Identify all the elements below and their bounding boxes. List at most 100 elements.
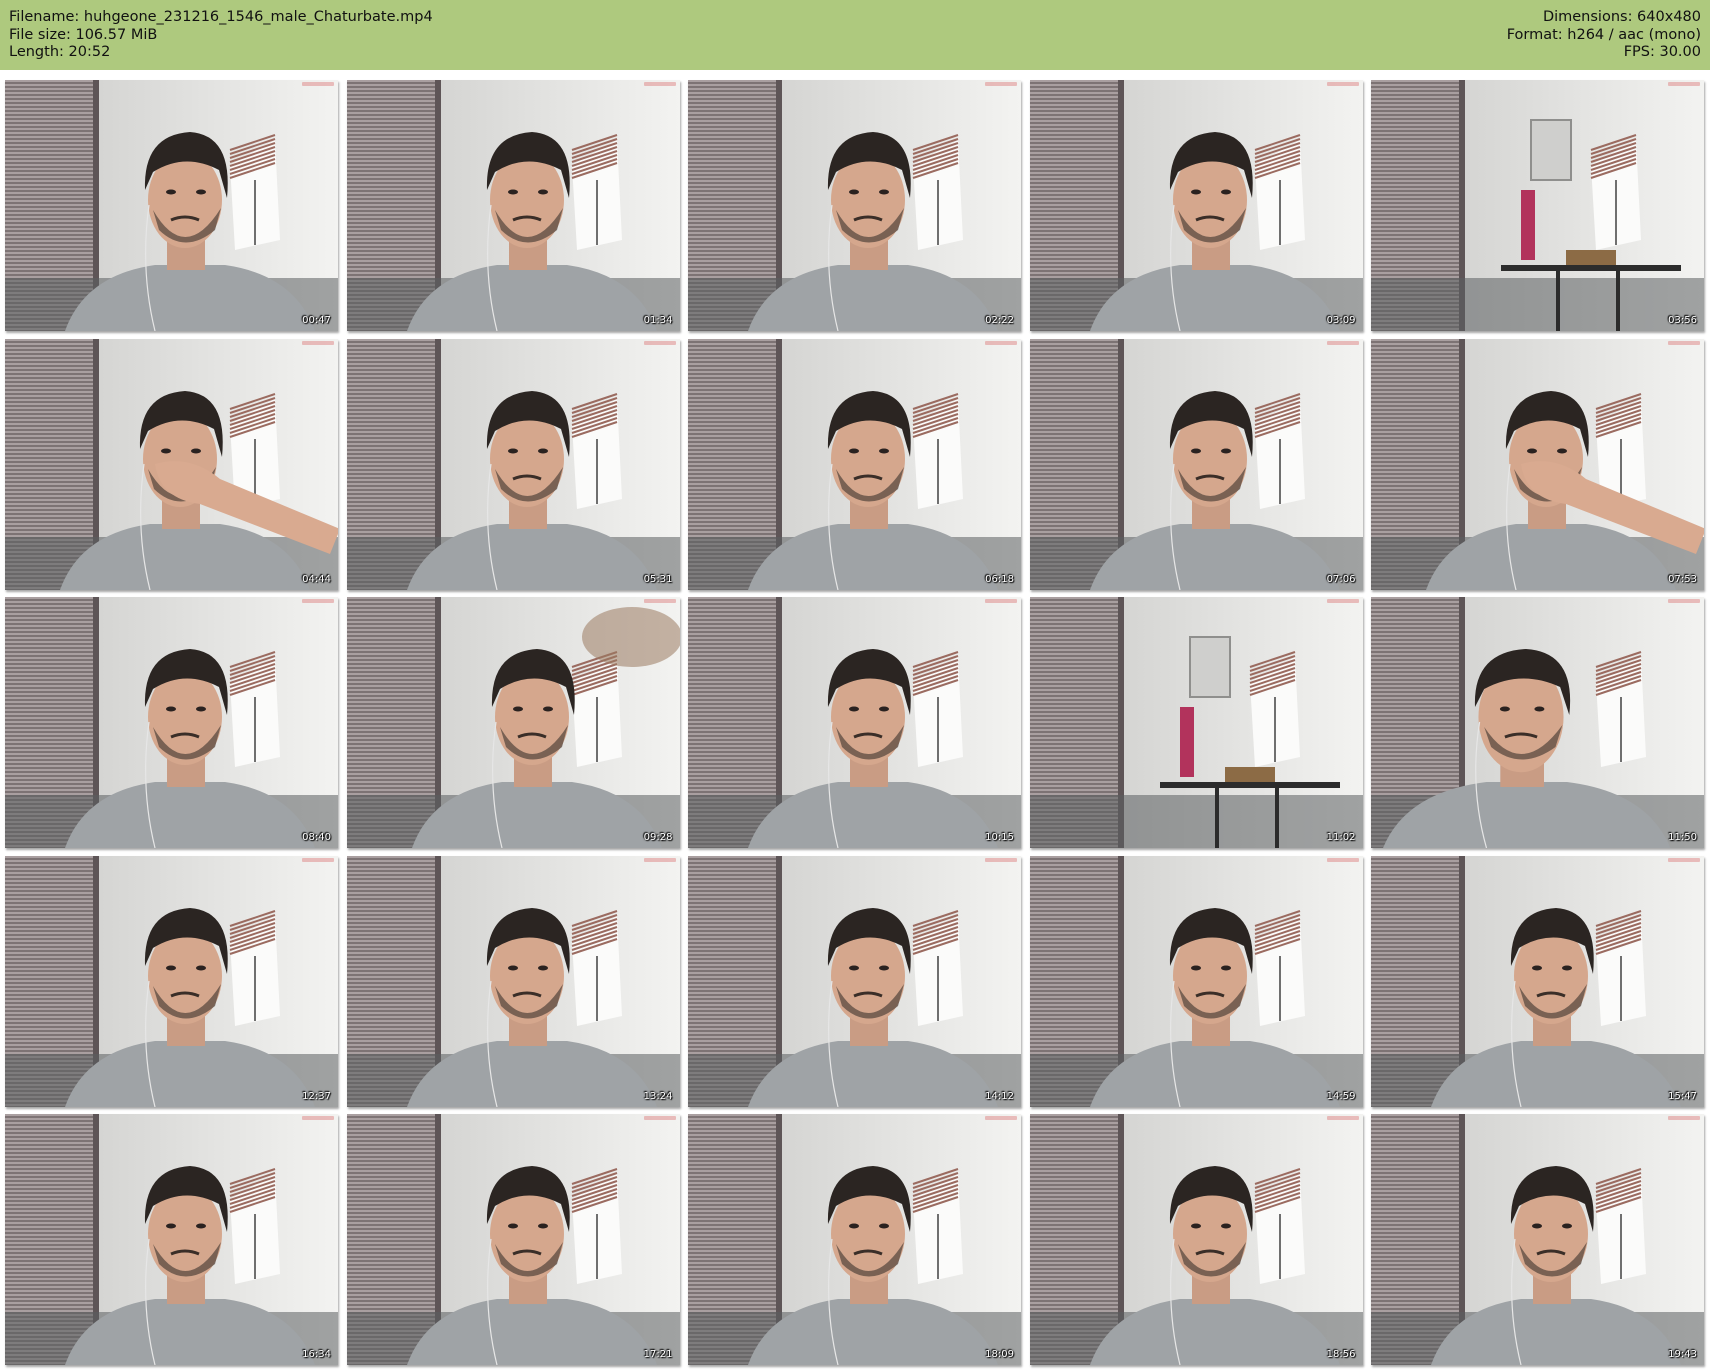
thumbnail-scene bbox=[346, 80, 680, 331]
watermark-logo bbox=[302, 82, 334, 86]
video-thumbnail: 03:56 bbox=[1371, 80, 1704, 331]
thumbnail-timestamp: 10:15 bbox=[985, 832, 1014, 843]
thumbnail-timestamp: 05:31 bbox=[643, 573, 673, 585]
thumbnail-scene bbox=[346, 1114, 680, 1365]
video-thumbnail: 03:09 bbox=[1029, 80, 1363, 331]
thumbnail-scene bbox=[1371, 1114, 1704, 1365]
thumbnail-timestamp: 00:47 bbox=[302, 315, 331, 326]
video-thumbnail: 04:44 bbox=[5, 338, 338, 590]
thumbnail-scene bbox=[5, 1114, 338, 1365]
watermark-logo bbox=[1668, 340, 1700, 345]
thumbnail-grid: 00:47 01:34 02:22 03:09 03:56 04:44 05:31 06:18… bbox=[5, 80, 1705, 1365]
filename-text: Filename: huhgeone_231216_1546_male_Chat… bbox=[9, 9, 433, 25]
watermark-logo bbox=[302, 599, 334, 603]
thumbnail-scene bbox=[1371, 80, 1704, 331]
thumbnail-scene bbox=[688, 597, 1021, 848]
watermark-logo bbox=[302, 1116, 334, 1120]
watermark-logo bbox=[643, 82, 676, 86]
video-thumbnail: 17:21 bbox=[346, 1114, 680, 1365]
thumbnail-scene bbox=[5, 338, 338, 590]
fps-text: FPS: 30.00 bbox=[1623, 44, 1701, 60]
file-info-right: Dimensions: 640x480 Format: h264 / aac (… bbox=[1507, 9, 1701, 62]
thumbnail-timestamp: 14:59 bbox=[1326, 1090, 1356, 1102]
filesize-text: File size: 106.57 MiB bbox=[9, 26, 158, 43]
thumbnail-scene bbox=[688, 855, 1021, 1107]
video-thumbnail: 09:28 bbox=[346, 597, 680, 848]
thumbnail-timestamp: 16:34 bbox=[302, 1349, 331, 1360]
thumbnail-timestamp: 02:22 bbox=[985, 315, 1014, 326]
watermark-logo bbox=[643, 340, 676, 345]
video-thumbnail: 01:34 bbox=[346, 80, 680, 331]
video-thumbnail: 10:15 bbox=[688, 597, 1021, 848]
thumbnail-timestamp: 18:56 bbox=[1326, 1349, 1356, 1360]
video-thumbnail: 12:37 bbox=[5, 855, 338, 1107]
thumbnail-scene bbox=[1371, 855, 1704, 1107]
video-thumbnail: 15:47 bbox=[1371, 855, 1704, 1107]
video-thumbnail: 16:34 bbox=[5, 1114, 338, 1365]
thumbnail-scene bbox=[688, 80, 1021, 331]
video-thumbnail: 14:12 bbox=[688, 855, 1021, 1107]
thumbnail-timestamp: 01:34 bbox=[643, 315, 673, 326]
video-thumbnail: 11:02 bbox=[1029, 597, 1363, 848]
video-thumbnail: 05:31 bbox=[346, 338, 680, 590]
video-thumbnail: 13:24 bbox=[346, 855, 680, 1107]
file-info-left: Filename: huhgeone_231216_1546_male_Chat… bbox=[9, 9, 433, 62]
watermark-logo bbox=[643, 599, 676, 603]
watermark-logo bbox=[1326, 82, 1359, 86]
thumbnail-scene bbox=[1029, 597, 1363, 848]
watermark-logo bbox=[302, 340, 334, 345]
video-thumbnail: 18:09 bbox=[688, 1114, 1021, 1365]
watermark-logo bbox=[1668, 599, 1700, 603]
thumbnail-scene bbox=[346, 338, 680, 590]
dimensions-text: Dimensions: 640x480 bbox=[1542, 9, 1701, 25]
watermark-logo bbox=[1668, 82, 1700, 86]
thumbnail-timestamp: 03:09 bbox=[1326, 315, 1356, 326]
video-thumbnail: 06:18 bbox=[688, 338, 1021, 590]
length-text: Length: 20:52 bbox=[9, 44, 111, 60]
thumbnail-timestamp: 09:28 bbox=[643, 832, 673, 843]
thumbnail-timestamp: 03:56 bbox=[1668, 315, 1697, 326]
watermark-logo bbox=[1326, 857, 1359, 862]
thumbnail-scene bbox=[1029, 1114, 1363, 1365]
thumbnail-timestamp: 15:47 bbox=[1668, 1090, 1697, 1102]
thumbnail-timestamp: 11:02 bbox=[1326, 832, 1356, 843]
video-thumbnail: 02:22 bbox=[688, 80, 1021, 331]
watermark-logo bbox=[985, 82, 1017, 86]
thumbnail-scene bbox=[1371, 597, 1704, 848]
thumbnail-timestamp: 07:53 bbox=[1668, 573, 1697, 585]
thumbnail-scene bbox=[346, 855, 680, 1107]
watermark-logo bbox=[985, 599, 1017, 603]
thumbnail-timestamp: 12:37 bbox=[302, 1090, 331, 1102]
thumbnail-scene bbox=[1029, 80, 1363, 331]
video-thumbnail: 14:59 bbox=[1029, 855, 1363, 1107]
thumbnail-timestamp: 18:09 bbox=[985, 1349, 1014, 1360]
video-thumbnail: 18:56 bbox=[1029, 1114, 1363, 1365]
thumbnail-scene bbox=[688, 338, 1021, 590]
video-thumbnail: 00:47 bbox=[5, 80, 338, 331]
thumbnail-timestamp: 08:40 bbox=[302, 832, 331, 843]
info-header: Filename: huhgeone_231216_1546_male_Chat… bbox=[0, 0, 1710, 70]
thumbnail-scene bbox=[1029, 855, 1363, 1107]
watermark-logo bbox=[643, 1116, 676, 1120]
thumbnail-timestamp: 06:18 bbox=[985, 573, 1014, 585]
thumbnail-scene bbox=[688, 1114, 1021, 1365]
video-thumbnail: 11:50 bbox=[1371, 597, 1704, 848]
watermark-logo bbox=[1326, 599, 1359, 603]
watermark-logo bbox=[1668, 857, 1700, 862]
thumbnail-scene bbox=[1029, 338, 1363, 590]
format-text: Format: h264 / aac (mono) bbox=[1506, 26, 1701, 43]
thumbnail-scene bbox=[5, 80, 338, 331]
watermark-logo bbox=[643, 857, 676, 862]
thumbnail-timestamp: 19:43 bbox=[1668, 1349, 1697, 1360]
watermark-logo bbox=[985, 857, 1017, 862]
video-thumbnail: 07:53 bbox=[1371, 338, 1704, 590]
video-thumbnail: 08:40 bbox=[5, 597, 338, 848]
thumbnail-timestamp: 11:50 bbox=[1668, 832, 1697, 843]
thumbnail-timestamp: 04:44 bbox=[302, 573, 331, 585]
watermark-logo bbox=[1668, 1116, 1700, 1120]
watermark-logo bbox=[1326, 1116, 1359, 1120]
watermark-logo bbox=[1326, 340, 1359, 345]
thumbnail-timestamp: 14:12 bbox=[985, 1090, 1014, 1102]
watermark-logo bbox=[302, 857, 334, 862]
thumbnail-timestamp: 07:06 bbox=[1326, 573, 1356, 585]
